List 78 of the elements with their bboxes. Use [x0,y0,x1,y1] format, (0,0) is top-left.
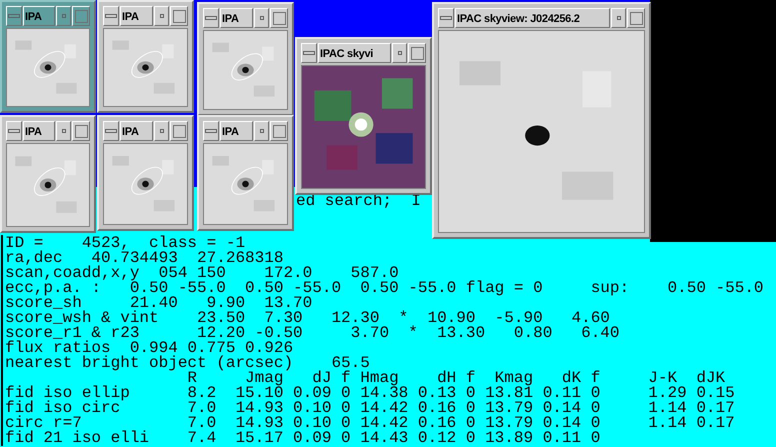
minimize-button[interactable] [392,43,407,63]
terminal-line: fid iso circ 7.0 14.93 0.10 0 14.42 0.16 0 13.79 0.14 0 1.14 0.17 [5,401,736,416]
window-title[interactable]: IPA [120,6,153,26]
maximize-icon [410,46,424,60]
terminal-line: score_r1 & r23 12.20 -0.50 3.70 * 13.30 0.80 6.40 [5,326,620,341]
minimize-button[interactable] [56,6,71,26]
menu-bar-icon [205,16,217,20]
maximize-button[interactable] [72,6,90,26]
minimize-icon [616,16,620,20]
minimize-button[interactable] [56,121,71,141]
image-window[interactable]: IPA [0,0,96,113]
minimize-button[interactable] [611,8,626,28]
menu-bar-icon [105,129,117,133]
menu-bar-icon [205,129,217,133]
maximize-icon [272,12,286,24]
terminal-line: fid 21 iso elli 7.4 15.17 0.09 0 14.43 0.12 0 13.89 0.11 0 [5,431,602,446]
minimize-icon [160,14,164,18]
image-window[interactable]: IPAC skyview: J024256.2 [432,2,651,239]
image-window[interactable]: IPA [97,0,194,113]
window-menu-button[interactable] [438,8,454,28]
minimize-icon [260,129,264,133]
image-window[interactable]: IPA [197,115,294,231]
maximize-button[interactable] [270,8,288,28]
maximize-icon [630,12,642,24]
maximize-icon [74,10,88,22]
maximize-button[interactable] [170,121,188,141]
image-window[interactable]: IPA [197,2,294,116]
window-title[interactable]: IPA [120,121,153,141]
menu-bar-icon [303,51,315,55]
window-title[interactable]: IPA [23,6,55,26]
image-window[interactable]: IPA [0,115,96,233]
window-title[interactable]: IPAC skyview: J024256.2 [455,8,610,28]
window-title[interactable]: IPA [220,121,253,141]
minimize-button[interactable] [254,8,269,28]
menu-bar-icon [8,129,20,133]
maximize-icon [172,10,186,22]
minimize-button[interactable] [154,6,169,26]
window-menu-button[interactable] [6,6,22,26]
terminal-line: R Jmag dJ f Hmag dH f Kmag dK f J-K dJK [187,371,726,386]
menu-bar-icon [440,16,452,20]
window-menu-button[interactable] [103,6,119,26]
minimize-icon [62,129,66,133]
window-title[interactable]: IPA [23,121,55,141]
maximize-button[interactable] [170,6,188,26]
window-menu-button[interactable] [301,43,317,63]
window-title[interactable]: IPAC skyvi [318,43,391,63]
menu-bar-icon [105,14,117,18]
terminal-line: ID = 4523, class = -1 [5,236,246,251]
menu-bar-icon [8,14,20,18]
minimize-icon [62,14,66,18]
terminal-line: ecc,p.a. : 0.50 -55.0 0.50 -55.0 0.50 -55.0 flag = 0 sup: 0.50 -55.0 [5,281,765,296]
window-menu-button[interactable] [103,121,119,141]
terminal-line: ra,dec 40.734493 27.268318 [5,251,284,266]
terminal-line: score_wsh & vint 23.50 7.30 12.30 * 10.90 -5.90 4.60 [5,311,610,326]
maximize-button[interactable] [627,8,645,28]
terminal-line: nearest bright object (arcsec) 65.5 [5,356,370,371]
window-title[interactable]: IPA [220,8,253,28]
window-menu-button[interactable] [203,8,219,28]
minimize-icon [260,16,264,20]
image-window[interactable]: IPAC skyvi [295,37,432,195]
terminal-line: score_sh 21.40 9.90 13.70 [5,296,314,311]
window-menu-button[interactable] [6,121,22,141]
maximize-icon [74,124,88,138]
maximize-icon [172,124,186,138]
maximize-button[interactable] [408,43,426,63]
minimize-icon [398,51,402,55]
terminal-line: fid iso ellip 8.2 15.10 0.09 0 14.38 0.13 0 13.81 0.11 0 1.29 0.15 [5,386,736,401]
terminal-line: flux ratios 0.994 0.775 0.926 [5,341,294,356]
maximize-button[interactable] [72,121,90,141]
minimize-button[interactable] [154,121,169,141]
terminal-line: circ r=7 7.0 14.93 0.10 0 14.42 0.16 0 13.79 0.14 0 1.14 0.17 [5,416,736,431]
maximize-button[interactable] [270,121,288,141]
minimize-button[interactable] [254,121,269,141]
window-menu-button[interactable] [203,121,219,141]
image-window[interactable]: IPA [97,115,194,231]
minimize-icon [160,129,164,133]
maximize-icon [272,124,286,138]
terminal-line: scan,coadd,x,y 054 150 172.0 587.0 [5,266,400,281]
